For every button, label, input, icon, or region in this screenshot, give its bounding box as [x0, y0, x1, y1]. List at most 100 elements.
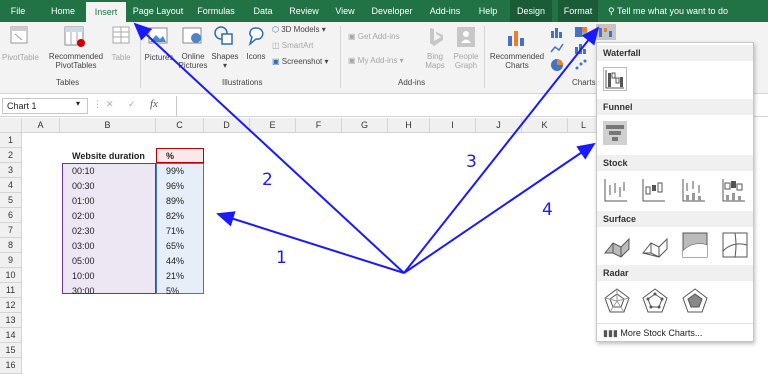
- column-header[interactable]: F: [296, 118, 342, 133]
- table-cell-percent[interactable]: 96%: [156, 179, 184, 193]
- column-header[interactable]: G: [342, 118, 388, 133]
- people-graph-line1[interactable]: People: [450, 52, 482, 61]
- worksheet-grid[interactable]: A B C D E F G H I J K L 1 2 3 4 5 6 7 8 …: [0, 118, 600, 374]
- table-cell-duration[interactable]: 10:00: [62, 269, 95, 283]
- column-header[interactable]: K: [522, 118, 568, 133]
- column-header[interactable]: J: [476, 118, 522, 133]
- table-cell-duration[interactable]: 05:00: [62, 254, 95, 268]
- icons-button[interactable]: Icons: [242, 52, 270, 61]
- 3d-models-button[interactable]: ⬡ 3D Models ▾: [272, 25, 326, 34]
- wireframe-3d-surface-chart-icon[interactable]: [641, 231, 669, 259]
- column-header[interactable]: C: [156, 118, 204, 133]
- pivottable-icon[interactable]: [10, 26, 28, 44]
- hierarchy-chart-icon[interactable]: [574, 26, 588, 38]
- row-header[interactable]: 12: [0, 298, 22, 313]
- column-chart-icon[interactable]: [550, 26, 564, 38]
- table-button[interactable]: Table: [106, 53, 136, 62]
- column-header[interactable]: D: [204, 118, 250, 133]
- chevron-down-icon[interactable]: ▾: [76, 99, 80, 108]
- row-header[interactable]: 11: [0, 283, 22, 298]
- table-cell-percent[interactable]: 82%: [156, 209, 184, 223]
- table-cell-percent[interactable]: 44%: [156, 254, 184, 268]
- scatter-chart-icon[interactable]: [574, 58, 588, 72]
- online-pictures-line1[interactable]: Online: [176, 52, 210, 61]
- recommended-charts-line1[interactable]: Recommended: [488, 52, 546, 61]
- bing-maps-line1[interactable]: Bing: [420, 52, 450, 61]
- pictures-icon[interactable]: [148, 26, 168, 46]
- row-header[interactable]: 6: [0, 208, 22, 223]
- table-cell-percent[interactable]: 89%: [156, 194, 184, 208]
- row-header[interactable]: 8: [0, 238, 22, 253]
- statistic-chart-icon[interactable]: [574, 42, 588, 54]
- table-cell-duration[interactable]: 02:30: [62, 224, 95, 238]
- recommended-pivottables-icon[interactable]: [64, 26, 86, 48]
- tab-format[interactable]: Format: [558, 0, 598, 22]
- table-cell-duration[interactable]: 03:00: [62, 239, 95, 253]
- tab-design[interactable]: Design: [510, 0, 552, 22]
- row-header[interactable]: 16: [0, 358, 22, 374]
- stock-vohlc-chart-icon[interactable]: [721, 177, 747, 203]
- table-cell-duration[interactable]: 01:00: [62, 194, 95, 208]
- filled-radar-chart-icon[interactable]: [681, 287, 709, 315]
- recommended-pivottables-line1[interactable]: Recommended: [46, 52, 106, 61]
- column-header[interactable]: A: [22, 118, 60, 133]
- pictures-button[interactable]: Pictures: [142, 53, 176, 62]
- 3d-surface-chart-icon[interactable]: [603, 231, 631, 259]
- icons-icon[interactable]: [246, 26, 266, 46]
- contour-chart-icon[interactable]: [681, 231, 709, 259]
- row-header[interactable]: 7: [0, 223, 22, 238]
- table-icon[interactable]: [112, 26, 130, 44]
- row-header[interactable]: 1: [0, 133, 22, 148]
- radar-with-markers-chart-icon[interactable]: [641, 287, 669, 315]
- table-cell-duration[interactable]: 02:00: [62, 209, 95, 223]
- get-add-ins-button[interactable]: ▣ Get Add-ins: [348, 32, 400, 41]
- column-header[interactable]: H: [388, 118, 430, 133]
- tab-add-ins[interactable]: Add-ins: [424, 0, 466, 22]
- column-header[interactable]: I: [430, 118, 476, 133]
- tab-data[interactable]: Data: [248, 0, 278, 22]
- column-header[interactable]: B: [60, 118, 156, 133]
- row-header[interactable]: 5: [0, 193, 22, 208]
- recommended-charts-icon[interactable]: [506, 26, 528, 48]
- radar-chart-icon[interactable]: [603, 287, 631, 315]
- row-header[interactable]: 4: [0, 178, 22, 193]
- row-header[interactable]: 3: [0, 163, 22, 178]
- tab-insert[interactable]: Insert: [86, 2, 126, 22]
- line-chart-icon[interactable]: [550, 42, 564, 54]
- tab-review[interactable]: Review: [284, 0, 324, 22]
- row-header[interactable]: 15: [0, 343, 22, 358]
- tell-me-box[interactable]: ⚲ Tell me what you want to do: [604, 0, 768, 22]
- table-cell-duration[interactable]: 00:10: [62, 164, 95, 178]
- shapes-dropdown-icon[interactable]: ▾: [208, 61, 242, 70]
- stock-vhlc-chart-icon[interactable]: [681, 177, 707, 203]
- stock-ohlc-chart-icon[interactable]: [641, 177, 667, 203]
- pie-chart-icon[interactable]: [550, 58, 564, 72]
- row-header[interactable]: 10: [0, 268, 22, 283]
- tab-developer[interactable]: Developer: [366, 0, 418, 22]
- tab-page-layout[interactable]: Page Layout: [130, 0, 186, 22]
- recommended-pivottables-line2[interactable]: PivotTables: [46, 61, 106, 70]
- row-header[interactable]: 13: [0, 313, 22, 328]
- cancel-icon[interactable]: ✕: [106, 99, 114, 110]
- bing-maps-line2[interactable]: Maps: [420, 61, 450, 70]
- column-header[interactable]: E: [250, 118, 296, 133]
- people-graph-line2[interactable]: Graph: [450, 61, 482, 70]
- row-header[interactable]: 14: [0, 328, 22, 343]
- fx-icon[interactable]: fx: [150, 98, 158, 110]
- wireframe-contour-chart-icon[interactable]: [721, 231, 749, 259]
- bing-maps-icon[interactable]: [426, 26, 446, 48]
- enter-icon[interactable]: ✓: [128, 99, 136, 110]
- waterfall-chart-icon[interactable]: [603, 67, 627, 91]
- online-pictures-line2[interactable]: Pictures: [176, 61, 210, 70]
- waterfall-chart-button[interactable]: [596, 24, 616, 40]
- table-cell-percent[interactable]: 99%: [156, 164, 184, 178]
- screenshot-button[interactable]: ▣ Screenshot ▾: [272, 57, 329, 66]
- more-stock-charts-link[interactable]: ▮▮▮ More Stock Charts...: [597, 323, 753, 341]
- tab-view[interactable]: View: [330, 0, 360, 22]
- table-cell-percent[interactable]: 65%: [156, 239, 184, 253]
- select-all-corner[interactable]: [0, 118, 22, 133]
- table-header-percent[interactable]: %: [156, 149, 174, 163]
- shapes-icon[interactable]: [214, 26, 234, 46]
- table-cell-duration[interactable]: 00:30: [62, 179, 95, 193]
- funnel-chart-icon[interactable]: [603, 121, 627, 145]
